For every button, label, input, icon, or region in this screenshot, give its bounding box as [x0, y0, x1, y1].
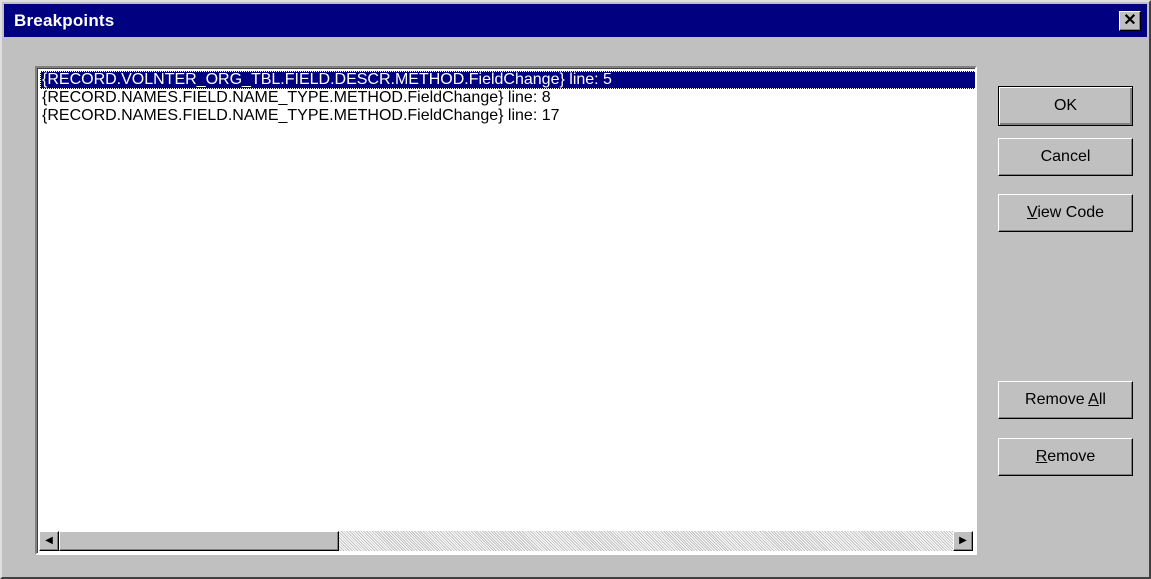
- cancel-button-label: Cancel: [1040, 148, 1091, 165]
- horizontal-scrollbar[interactable]: ◀ ▶: [39, 531, 973, 551]
- cancel-button[interactable]: Cancel: [998, 138, 1133, 176]
- remove-all-label-start: Remove: [1025, 391, 1089, 408]
- scroll-right-button[interactable]: ▶: [953, 531, 973, 551]
- remove-accelerator: R: [1035, 448, 1048, 465]
- remove-all-button[interactable]: Remove All: [998, 381, 1133, 419]
- breakpoint-label: {RECORD.VOLNTER_ORG_TBL.FIELD.DESCR.METH…: [42, 71, 612, 88]
- view-code-button[interactable]: View Code: [998, 194, 1133, 232]
- breakpoint-label: {RECORD.NAMES.FIELD.NAME_TYPE.METHOD.Fie…: [42, 89, 551, 106]
- remove-label: emove: [1047, 448, 1096, 465]
- remove-all-accelerator: A: [1088, 391, 1099, 408]
- view-code-label: iew Code: [1037, 204, 1105, 221]
- breakpoints-dialog: Breakpoints ✕ {RECORD.VOLNTER_ORG_TBL.FI…: [0, 0, 1151, 579]
- close-icon: ✕: [1123, 12, 1137, 29]
- breakpoints-listbox[interactable]: {RECORD.VOLNTER_ORG_TBL.FIELD.DESCR.METH…: [35, 66, 977, 555]
- scroll-left-button[interactable]: ◀: [39, 531, 59, 551]
- remove-all-label-end: ll: [1098, 391, 1106, 408]
- breakpoint-label: {RECORD.NAMES.FIELD.NAME_TYPE.METHOD.Fie…: [42, 107, 560, 124]
- list-item[interactable]: {RECORD.VOLNTER_ORG_TBL.FIELD.DESCR.METH…: [40, 71, 975, 89]
- view-code-accelerator: V: [1026, 204, 1038, 221]
- scrollbar-thumb[interactable]: [59, 531, 339, 551]
- ok-button[interactable]: OK: [998, 86, 1133, 126]
- breakpoints-list: {RECORD.VOLNTER_ORG_TBL.FIELD.DESCR.METH…: [40, 71, 975, 125]
- close-button[interactable]: ✕: [1119, 11, 1141, 31]
- title-bar[interactable]: Breakpoints ✕: [4, 4, 1147, 37]
- list-item[interactable]: {RECORD.NAMES.FIELD.NAME_TYPE.METHOD.Fie…: [40, 89, 972, 107]
- arrow-left-icon: ◀: [45, 535, 53, 546]
- list-item[interactable]: {RECORD.NAMES.FIELD.NAME_TYPE.METHOD.Fie…: [40, 107, 972, 125]
- remove-button[interactable]: Remove: [998, 438, 1133, 476]
- ok-button-label: OK: [1053, 97, 1078, 114]
- arrow-right-icon: ▶: [959, 535, 967, 546]
- window-title: Breakpoints: [14, 11, 115, 30]
